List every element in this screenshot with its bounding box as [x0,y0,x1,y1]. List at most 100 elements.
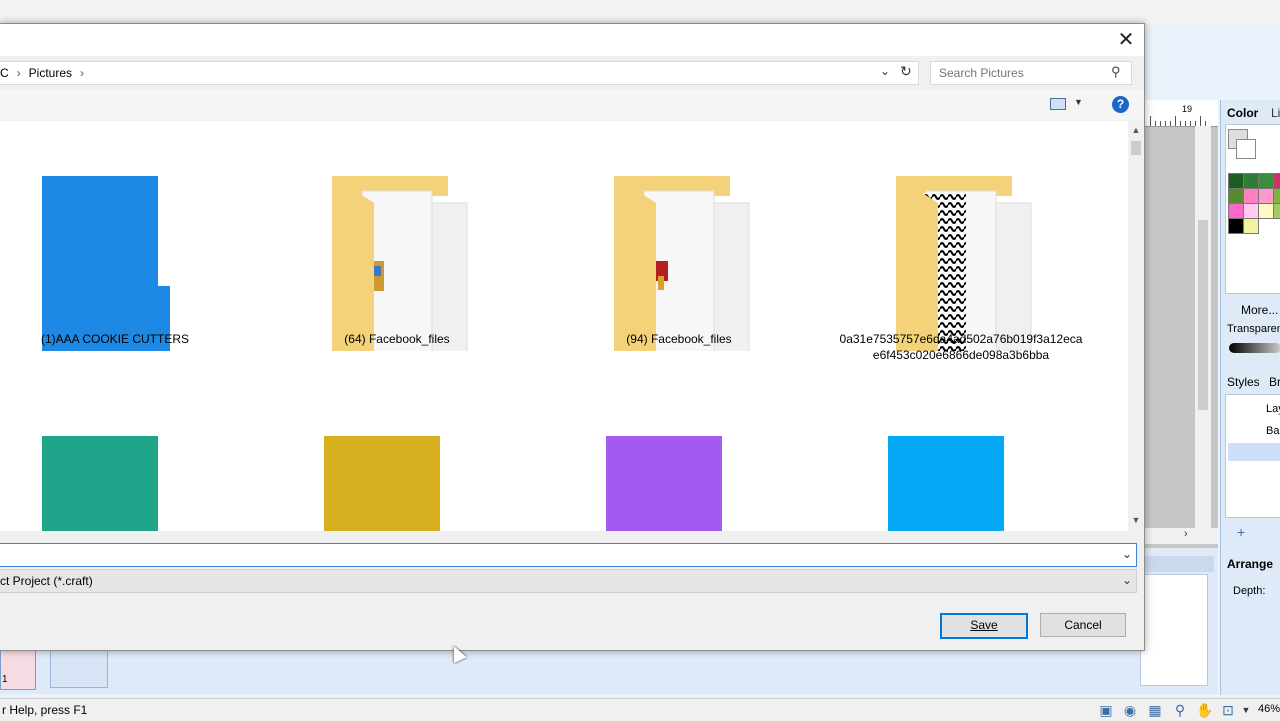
color-swatch[interactable] [1273,203,1280,219]
help-icon[interactable]: ? [1112,96,1129,113]
folder-icon [324,436,440,531]
folder-label: (1)AAA COOKIE CUTTERS [40,332,190,346]
swatch-grid[interactable] [1228,173,1280,243]
breadcrumb-item[interactable]: Pictures [29,66,72,80]
filetype-value: ct Project (*.craft) [0,574,93,588]
folder-tile[interactable] [272,381,522,531]
zoom-icon[interactable]: ⚲ [1172,702,1188,718]
color-swatch[interactable] [1243,218,1259,234]
selected-layer[interactable] [1228,443,1280,461]
folder-tile[interactable]: (1)AAA COOKIE CUTTERS [0,121,240,371]
ruler-tick [1165,121,1166,126]
folder-tile[interactable]: (64) Facebook_files [272,121,522,371]
styles-panel-title[interactable]: Styles [1227,375,1260,389]
ruler-tick [1200,116,1201,126]
folder-tile[interactable] [0,381,240,531]
search-icon[interactable]: ⚲ [1111,64,1121,80]
folder-icon [614,176,750,368]
save-button[interactable]: Save [940,613,1028,639]
ruler: 19 [1144,100,1218,127]
arrange-panel-title[interactable]: Arrange [1227,557,1273,571]
bottom-panel-box [1140,574,1208,686]
folder-icon [42,176,170,368]
cancel-button[interactable]: Cancel [1040,613,1126,637]
eye-icon[interactable]: ◉ [1122,702,1138,718]
background-color[interactable] [1236,139,1256,159]
canvas-horizontal-scrollbar[interactable]: › [1144,528,1218,544]
dialog-title-bar: ✕ [0,24,1144,56]
view-dropdown-icon[interactable]: ▼ [1074,97,1083,107]
grid-icon[interactable]: ▦ [1147,702,1163,718]
color-swatch[interactable] [1243,188,1259,204]
search-box[interactable]: ⚲ [930,61,1132,85]
ruler-tick [1155,121,1156,126]
color-swatch[interactable] [1273,188,1280,204]
layers-box: Lay Bac [1225,394,1280,518]
layer-item[interactable]: Lay [1266,403,1280,415]
file-view-scrollbar[interactable]: ▲ ▼ [1128,121,1144,531]
filetype-select[interactable]: ct Project (*.craft) ⌄ [0,569,1137,593]
transparency-slider[interactable] [1229,343,1280,353]
filetype-dropdown-icon[interactable]: ⌄ [1122,573,1132,587]
ruler-tick [1185,121,1186,126]
address-bar[interactable]: C › Pictures › ⌄ ↻ [0,61,919,85]
zoom-dropdown-icon[interactable]: ▼ [1238,702,1254,718]
zoom-level[interactable]: 46% [1258,703,1280,715]
bottom-panel-header [1140,556,1214,572]
more-colors-label[interactable]: More... [1241,303,1278,317]
filename-dropdown-icon[interactable]: ⌄ [1122,547,1132,561]
color-swatch[interactable] [1258,188,1274,204]
color-swatch[interactable] [1228,203,1244,219]
address-history-chevron-icon[interactable]: ⌄ [880,64,890,78]
color-swatch[interactable] [1228,188,1244,204]
folder-icon [888,436,1004,531]
folder-tile[interactable] [554,381,804,531]
styles-panel-tab2[interactable]: Br [1269,375,1280,389]
layer-item[interactable]: Bac [1266,425,1280,437]
add-layer-icon[interactable]: + [1237,524,1245,540]
ruler-tick [1175,116,1176,126]
color-swatch[interactable] [1258,173,1274,189]
ruler-tick [1180,121,1181,126]
folder-tile[interactable] [836,381,1086,531]
scroll-thumb[interactable] [1131,141,1141,155]
color-swatch[interactable] [1243,203,1259,219]
breadcrumb: C › Pictures › [0,66,92,80]
color-panel-title[interactable]: Color [1227,106,1258,120]
zoom-fit-icon[interactable]: ⊡ [1220,702,1236,718]
depth-label: Depth: [1233,585,1266,597]
breadcrumb-item[interactable]: C [0,66,9,80]
hand-icon[interactable]: ✋ [1196,702,1213,718]
scroll-down-icon[interactable]: ▼ [1128,515,1144,525]
file-view[interactable]: (1)AAA COOKIE CUTTERS (64) Facebook_file… [0,121,1128,531]
folder-tile[interactable]: (94) Facebook_files [554,121,804,371]
right-panel: Color Li More... Transparen Styles Br La… [1220,100,1280,695]
status-text: r Help, press F1 [2,703,88,717]
scroll-right-icon[interactable]: › [1184,528,1188,540]
scroll-up-icon[interactable]: ▲ [1128,125,1144,135]
page-thumbnail-label: 1 [2,674,8,685]
breadcrumb-chevron-icon[interactable]: › [72,66,92,80]
ruler-tick [1150,116,1151,126]
color-swatch[interactable] [1228,173,1244,189]
change-view-icon[interactable] [1050,98,1066,110]
save-dialog: ✕ C›Pictures› ⌄ ↻ ⚲ ▼ ? (1)AAA COOKIE CU… [0,23,1145,651]
color-panel-tab2[interactable]: Li [1271,106,1280,120]
filename-field[interactable]: ⌄ [0,543,1137,567]
page-thumbnail[interactable] [50,648,108,688]
color-swatch[interactable] [1273,173,1280,189]
refresh-icon[interactable]: ↻ [900,63,912,80]
folder-label: 0a31e7535757e6da4ad502a76b019f3a12eca e6… [839,332,1083,362]
color-swatch[interactable] [1258,203,1274,219]
ruler-tick [1160,121,1161,126]
color-swatch[interactable] [1228,218,1244,234]
folder-tile[interactable]: 0a31e7535757e6da4ad502a76b019f3a12eca e6… [836,121,1086,371]
filename-input[interactable] [2,547,1102,563]
color-swatch[interactable] [1243,173,1259,189]
canvas-scroll-thumb[interactable] [1198,220,1208,410]
color-panel-box [1225,124,1280,294]
save-button-label: Save [970,618,998,632]
close-icon[interactable]: ✕ [1112,28,1140,52]
view-mode-icon[interactable]: ▣ [1098,702,1114,718]
search-input[interactable] [939,65,1109,81]
